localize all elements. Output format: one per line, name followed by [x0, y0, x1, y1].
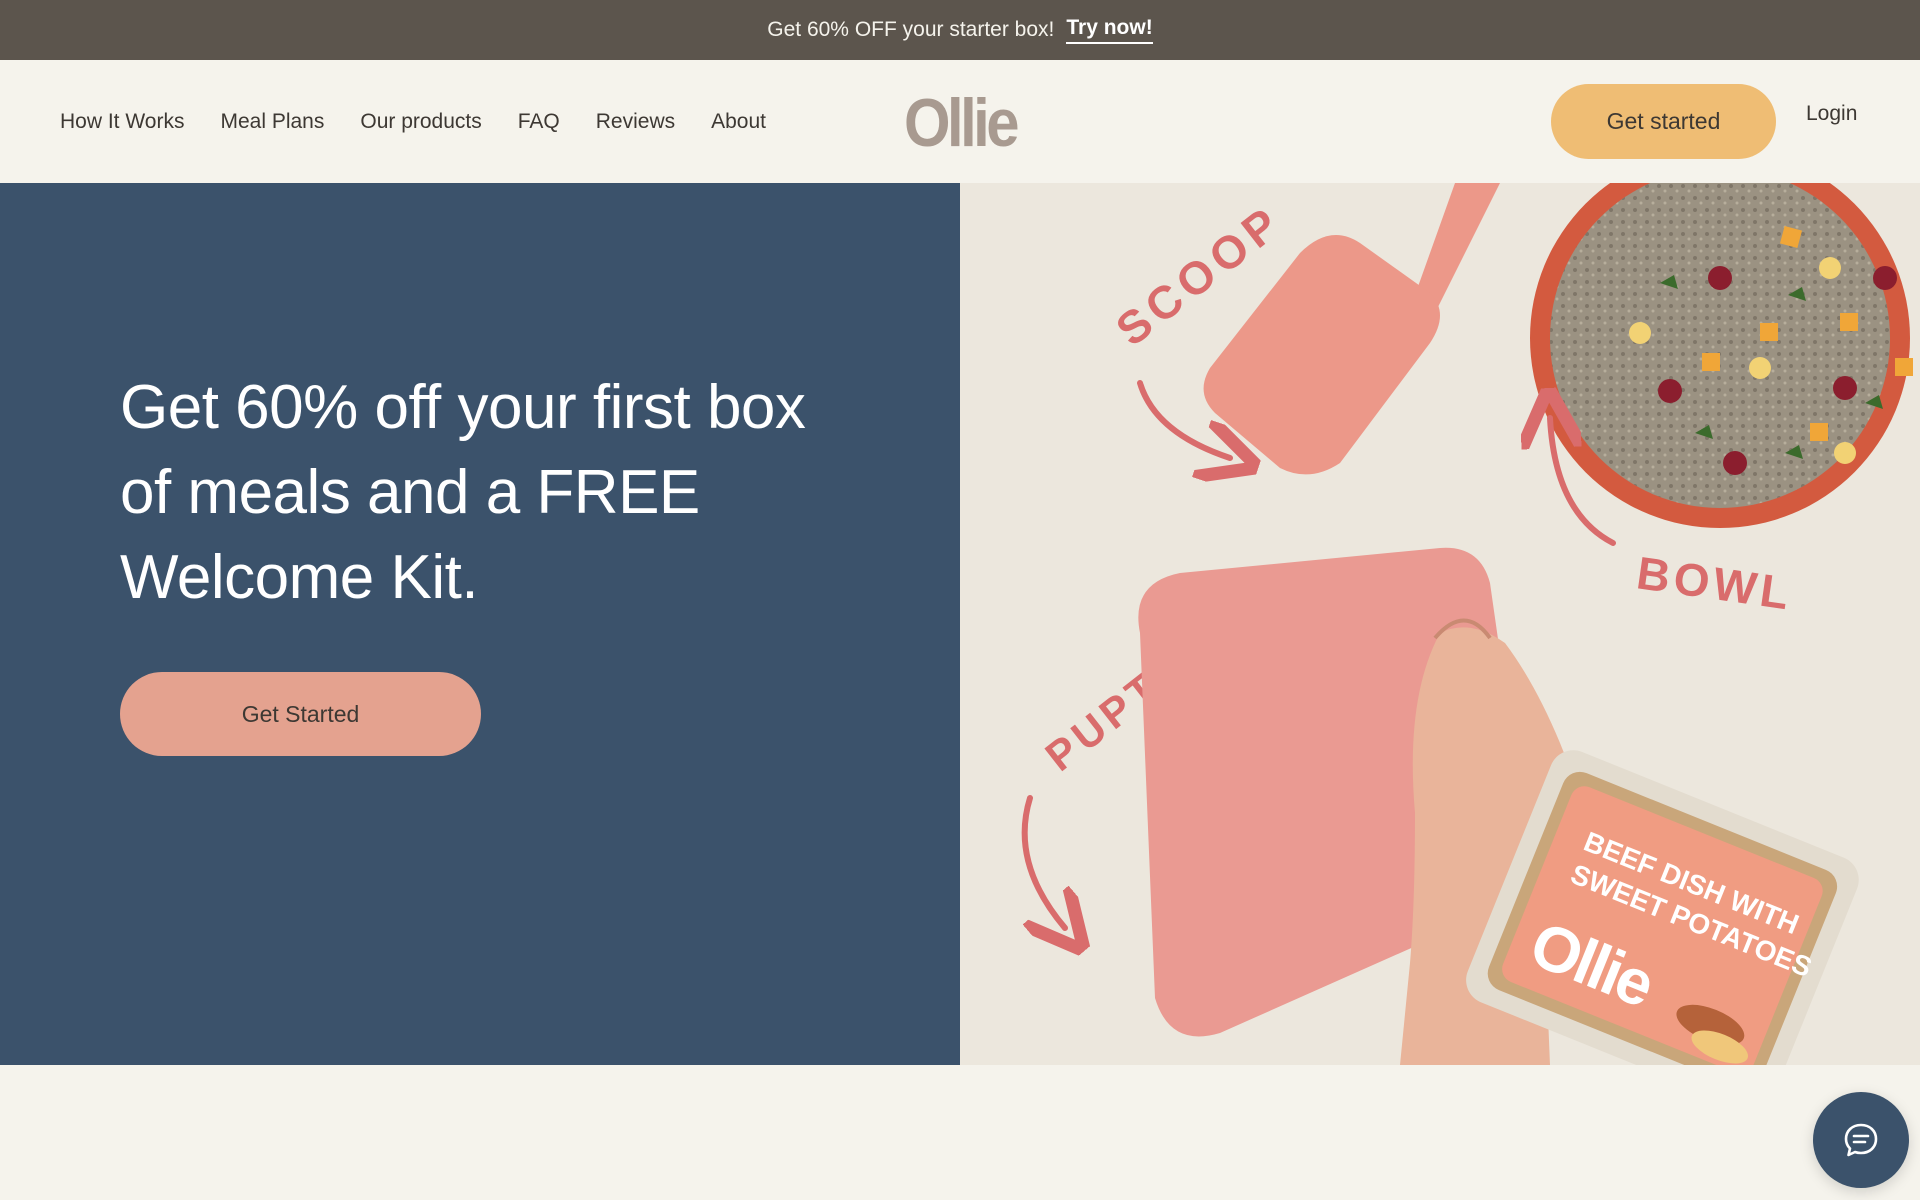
promo-text: Get 60% OFF your starter box! [767, 18, 1055, 41]
hero-promo-panel: Get 60% off your first box of meals and … [0, 183, 960, 1065]
bowl-image [1530, 183, 1913, 528]
puptainer-arrow-icon [1021, 795, 1065, 928]
welcome-kit-illustration: SCOOP BOWL BEEF DISH WITH SWEET POTATOES… [1021, 183, 1913, 1065]
nav-faq[interactable]: FAQ [518, 110, 560, 134]
promo-try-now-link[interactable]: Try now! [1066, 16, 1153, 44]
nav-reviews[interactable]: Reviews [596, 110, 675, 134]
login-link[interactable]: Login [1806, 102, 1857, 126]
chat-bubble-icon [1844, 1123, 1878, 1157]
hero-product-image: SCOOP BOWL BEEF DISH WITH SWEET POTATOES… [960, 183, 1920, 1065]
nav-our-products[interactable]: Our products [360, 110, 481, 134]
chat-button[interactable] [1813, 1092, 1909, 1188]
nav-about[interactable]: About [711, 110, 766, 134]
header-get-started-button[interactable]: Get started [1551, 84, 1776, 159]
bowl-label: BOWL [1634, 546, 1796, 619]
main-nav: How It Works Meal Plans Our products FAQ… [60, 60, 766, 183]
nav-how-it-works[interactable]: How It Works [60, 110, 184, 134]
nav-meal-plans[interactable]: Meal Plans [220, 110, 324, 134]
ollie-logo[interactable]: Ollie [904, 85, 1020, 161]
promo-banner: Get 60% OFF your starter box! Try now! [0, 0, 1920, 60]
hero-get-started-button[interactable]: Get Started [120, 672, 481, 756]
hero-heading: Get 60% off your first box of meals and … [120, 373, 806, 612]
site-header: How It Works Meal Plans Our products FAQ… [0, 60, 1920, 183]
